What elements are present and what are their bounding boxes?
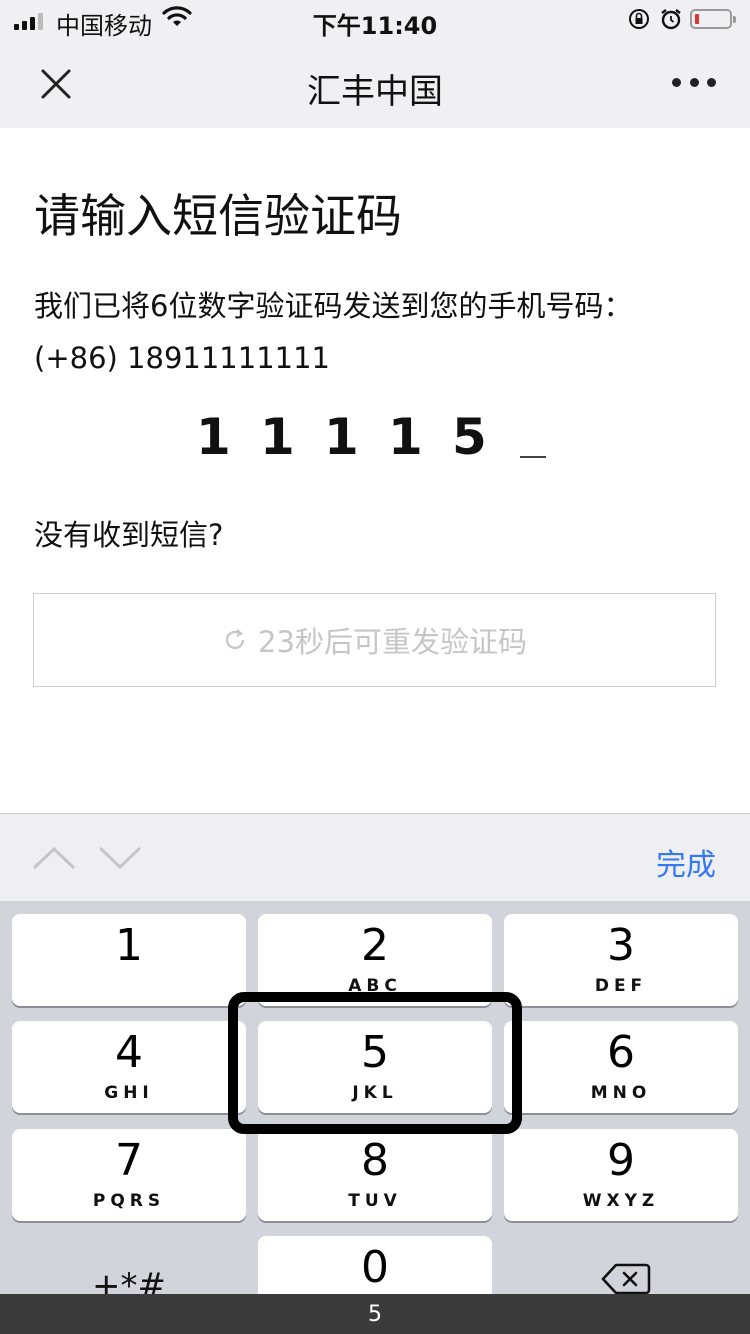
caption-bar: 5 xyxy=(0,1294,750,1334)
chevron-up-icon[interactable] xyxy=(32,846,76,870)
key-number: 4 xyxy=(115,1027,143,1078)
code-digit: 1 xyxy=(260,408,295,466)
key-number: 8 xyxy=(361,1135,389,1186)
keyboard-accessory-bar: 完成 xyxy=(0,813,750,901)
key-number: 9 xyxy=(607,1135,635,1186)
key-6[interactable]: 6 MNO xyxy=(504,1021,738,1113)
phone-number: (+86) 18911111111 xyxy=(34,341,331,375)
key-9[interactable]: 9 WXYZ xyxy=(504,1129,738,1221)
rotation-lock-icon xyxy=(629,9,649,29)
code-digit: 1 xyxy=(196,408,231,466)
page-title: 汇丰中国 xyxy=(307,72,443,112)
resend-label: 23秒后可重发验证码 xyxy=(258,625,527,659)
key-number: 7 xyxy=(115,1135,143,1186)
key-3[interactable]: 3 DEF xyxy=(504,914,738,1006)
key-letters: WXYZ xyxy=(582,1191,660,1211)
more-icon[interactable] xyxy=(672,78,716,90)
key-1[interactable]: 1 xyxy=(12,914,246,1006)
chevron-down-icon[interactable] xyxy=(98,846,142,870)
key-4[interactable]: 4 GHI xyxy=(12,1021,246,1113)
key-letters: TUV xyxy=(348,1191,402,1211)
heading: 请输入短信验证码 xyxy=(34,189,402,243)
code-digit: 1 xyxy=(388,408,423,466)
refresh-icon xyxy=(225,629,245,649)
code-input[interactable]: 1 1 1 1 5 xyxy=(196,408,516,466)
key-8[interactable]: 8 TUV xyxy=(258,1129,492,1221)
key-letters: DEF xyxy=(594,976,648,996)
key-7[interactable]: 7 PQRS xyxy=(12,1129,246,1221)
key-2[interactable]: 2 ABC xyxy=(258,914,492,1006)
code-digit: 1 xyxy=(324,408,359,466)
description-line-1: 我们已将6位数字验证码发送到您的手机号码： xyxy=(34,289,633,323)
no-sms-label: 没有收到短信? xyxy=(34,518,224,552)
backspace-icon[interactable] xyxy=(600,1262,652,1296)
nav-bar: 汇丰中国 xyxy=(0,40,750,128)
key-number: 6 xyxy=(607,1027,635,1078)
key-number: 2 xyxy=(361,920,389,971)
description: 我们已将6位数字验证码发送到您的手机号码： (+86) 18911111111 xyxy=(34,280,632,384)
alarm-icon xyxy=(661,9,681,30)
code-cursor xyxy=(520,456,546,458)
status-bar: 中国移动 下午11:40 xyxy=(0,0,750,40)
resend-button[interactable]: 23秒后可重发验证码 xyxy=(33,593,716,687)
code-digit: 5 xyxy=(452,408,487,466)
battery-icon xyxy=(690,9,736,29)
key-number: 5 xyxy=(361,1027,389,1078)
key-number: 0 xyxy=(361,1242,389,1293)
key-number: 1 xyxy=(115,920,143,971)
key-letters: MNO xyxy=(590,1083,652,1103)
key-letters: ABC xyxy=(348,976,402,996)
key-5[interactable]: 5 JKL xyxy=(258,1021,492,1113)
key-letters: GHI xyxy=(104,1083,154,1103)
key-letters: PQRS xyxy=(92,1191,166,1211)
key-number: 3 xyxy=(607,920,635,971)
done-button[interactable]: 完成 xyxy=(656,840,716,884)
key-letters: JKL xyxy=(352,1083,398,1103)
